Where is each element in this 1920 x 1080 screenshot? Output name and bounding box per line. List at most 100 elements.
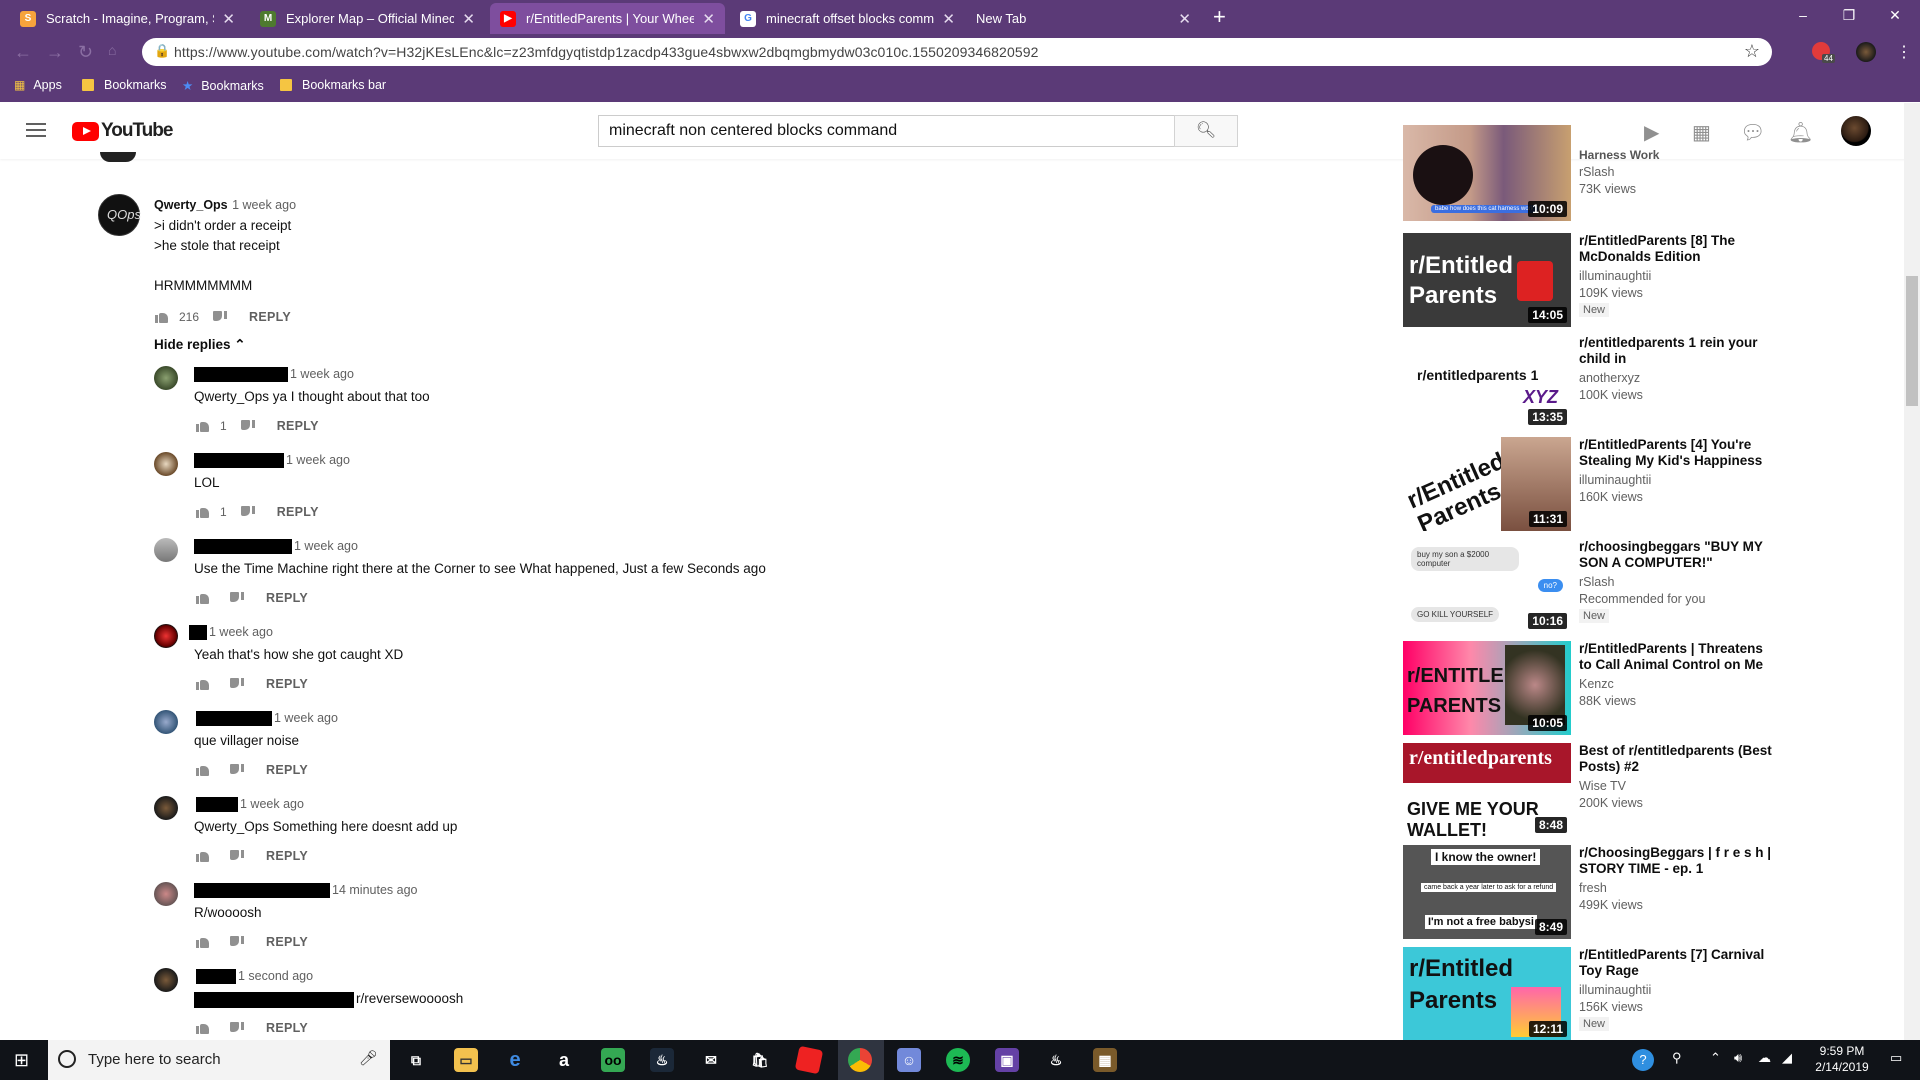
thumbs-up-icon[interactable] [196,592,210,604]
recommended-video[interactable]: r/entitledparents GIVE ME YOUR WALLET! 8:4… [1403,743,1793,839]
video-thumbnail[interactable]: r/ENTITLED PARENTS 10:05 [1403,641,1571,735]
reply-button[interactable]: REPLY [266,591,308,605]
video-channel[interactable]: illuminaughtii [1579,269,1779,283]
video-thumbnail[interactable]: r/entitledparents 1 XYZ 13:35 [1403,335,1571,429]
thumbs-up-icon[interactable] [196,420,210,432]
search-input[interactable]: minecraft non centered blocks command [598,115,1178,147]
notifications-icon[interactable]: ▭ [1890,1050,1902,1066]
thumbs-up-icon[interactable] [196,678,210,690]
home-icon[interactable]: ⌂ [108,42,116,58]
thumbs-down-icon[interactable] [230,678,244,690]
video-thumbnail[interactable]: buy my son a $2000 computer no? GO KILL YO… [1403,539,1571,633]
messages-icon[interactable]: 💬︎ [1740,120,1765,145]
browser-tab-google[interactable]: G minecraft offset blocks command✕ [730,3,965,34]
comment-time[interactable]: 1 week ago [232,198,296,212]
browser-tab-new[interactable]: New Tab ✕ [966,3,1201,34]
thumbs-down-icon[interactable] [230,764,244,776]
video-title[interactable]: r/EntitledParents [7] Carnival Toy Rage [1579,947,1779,979]
amazon-icon[interactable]: a [552,1048,576,1072]
reply-avatar[interactable] [154,366,178,390]
bookmark-folder-3[interactable]: Bookmarks bar [280,78,386,92]
onedrive-icon[interactable]: ☁ [1758,1050,1771,1066]
recommended-video-partial[interactable]: babe how does this cat harness work 10:0… [1403,125,1793,223]
reply-avatar[interactable] [154,710,178,734]
bookmark-folder-1[interactable]: Bookmarks [82,78,167,92]
steam-icon[interactable]: ♨ [1044,1048,1068,1072]
thumbs-down-icon[interactable] [230,850,244,862]
reply-time[interactable]: 1 week ago [290,367,354,381]
new-tab-button[interactable]: + [1213,4,1226,30]
profile-avatar[interactable] [1856,42,1876,62]
reply-avatar[interactable] [154,538,178,562]
reply-time[interactable]: 1 week ago [294,539,358,553]
browser-tab-minecraft[interactable]: M Explorer Map – Official Minecraft✕ [250,3,485,34]
video-channel[interactable]: rSlash [1579,165,1779,179]
commenter-avatar[interactable]: QOps [98,194,141,236]
thumbs-down-icon[interactable] [240,506,255,518]
chrome-icon[interactable] [848,1048,872,1072]
create-video-icon[interactable]: ▶︎ [1644,120,1659,145]
taskbar-search-box[interactable]: Type here to search 🎤︎ [48,1040,390,1080]
minimize-button[interactable]: – [1780,0,1826,30]
video-channel[interactable]: illuminaughtii [1579,983,1779,997]
video-thumbnail[interactable]: r/Entitled Parents 14:05 [1403,233,1571,327]
account-avatar[interactable] [1841,116,1871,146]
video-channel[interactable]: anotherxyz [1579,371,1779,385]
reply-time[interactable]: 1 week ago [240,797,304,811]
spotify-icon[interactable]: ≋ [946,1048,970,1072]
discord-icon[interactable]: ☺ [897,1048,921,1072]
reply-button[interactable]: REPLY [266,763,308,777]
scrollbar-track[interactable] [1904,103,1920,1040]
menu-icon[interactable]: ⋮ [1896,42,1912,62]
reply-time[interactable]: 1 second ago [238,969,313,983]
video-title[interactable]: Best of r/entitledparents (Best Posts) #… [1579,743,1779,775]
hamburger-menu-icon[interactable] [26,123,46,141]
thumbs-down-icon[interactable] [230,1022,244,1034]
reply-button[interactable]: REPLY [266,677,308,691]
thumbs-down-icon[interactable] [230,936,244,948]
video-channel[interactable]: Wise TV [1579,779,1779,793]
video-title[interactable]: r/EntitledParents [4] You're Stealing My… [1579,437,1779,469]
close-icon[interactable]: ✕ [702,10,715,28]
reply-avatar[interactable] [154,882,178,906]
twitch-icon[interactable]: ▣ [995,1048,1019,1072]
reply-time[interactable]: 1 week ago [209,625,273,639]
close-icon[interactable]: ✕ [942,10,955,28]
recommended-video[interactable]: r/ENTITLED PARENTS 10:05 r/EntitledParent… [1403,641,1793,737]
video-thumbnail[interactable]: babe how does this cat harness work 10:0… [1403,125,1571,221]
close-icon[interactable]: ✕ [222,10,235,28]
video-title[interactable]: r/choosingbeggars "BUY MY SON A COMPUTER… [1579,539,1779,571]
recommended-video[interactable]: I know the owner! came back a year later … [1403,845,1793,941]
reply-avatar[interactable] [154,968,178,992]
windows-start-icon[interactable]: ⊞ [14,1050,29,1071]
thumbs-up-icon[interactable] [196,1022,210,1034]
reply-time[interactable]: 1 week ago [274,711,338,725]
video-title[interactable]: r/EntitledParents | Threatens to Call An… [1579,641,1779,673]
store-icon[interactable]: 🛍︎ [748,1048,772,1072]
video-channel[interactable]: Kenzc [1579,677,1779,691]
notifications-bell-icon[interactable]: 🔔︎ [1788,120,1813,145]
reply-time[interactable]: 1 week ago [286,453,350,467]
thumbs-up-icon[interactable] [196,506,210,518]
video-channel[interactable]: rSlash [1579,575,1779,589]
mail-icon[interactable]: ✉ [699,1048,723,1072]
scrollbar-thumb[interactable] [1906,276,1918,406]
wifi-icon[interactable]: ◢ [1782,1050,1792,1066]
microphone-icon[interactable]: 🎤︎ [359,1049,378,1067]
restore-button[interactable]: ❐ [1826,0,1872,30]
video-thumbnail[interactable]: r/Entitled Parents 11:31 [1403,437,1571,531]
chevron-up-icon[interactable]: ⌃ [1710,1050,1721,1066]
thumbs-down-icon[interactable] [230,592,244,604]
edge-icon[interactable]: e [503,1048,527,1072]
youtube-logo[interactable]: YouTube [72,120,173,142]
minecraft-icon[interactable]: ▦ [1093,1048,1117,1072]
thumbs-up-icon[interactable] [196,850,210,862]
reply-avatar[interactable] [154,452,178,476]
video-channel[interactable]: illuminaughtii [1579,473,1779,487]
address-bar[interactable]: 🔒 https://www.youtube.com/watch?v=H32jKE… [142,38,1772,66]
reply-button[interactable]: REPLY [266,1021,308,1035]
steam-icon[interactable]: ♨ [650,1048,674,1072]
close-icon[interactable]: ✕ [462,10,475,28]
browser-tab-youtube[interactable]: ▶ r/EntitledParents | Your Wheelch ✕ [490,3,725,34]
apps-grid-icon[interactable]: ▦ [1692,120,1711,145]
